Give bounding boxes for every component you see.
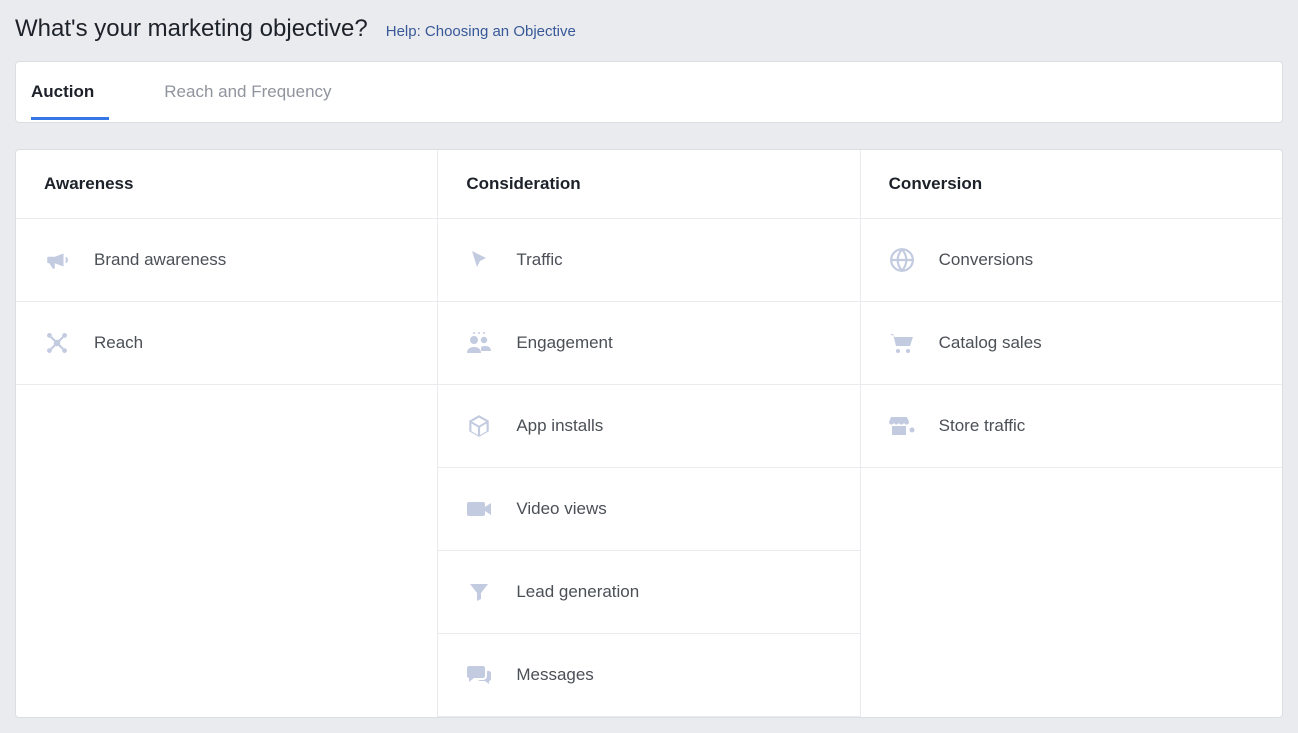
- objective-label: Lead generation: [516, 582, 639, 602]
- objective-video-views[interactable]: Video views: [438, 468, 859, 551]
- column-header-consideration: Consideration: [438, 150, 859, 219]
- objective-label: Video views: [516, 499, 606, 519]
- objective-traffic[interactable]: Traffic: [438, 219, 859, 302]
- column-awareness: Awareness Brand awareness Reach: [16, 150, 438, 717]
- tabs-container: Auction Reach and Frequency: [15, 61, 1283, 123]
- page-title: What's your marketing objective?: [15, 15, 368, 43]
- help-link[interactable]: Help: Choosing an Objective: [386, 23, 576, 40]
- objective-app-installs[interactable]: App installs: [438, 385, 859, 468]
- store-icon: [881, 411, 923, 441]
- people-icon: [458, 328, 500, 358]
- column-header-awareness: Awareness: [16, 150, 437, 219]
- objective-label: Catalog sales: [939, 333, 1042, 353]
- column-conversion: Conversion Conversions Catalog sales Sto…: [861, 150, 1282, 717]
- objective-catalog-sales[interactable]: Catalog sales: [861, 302, 1282, 385]
- column-consideration: Consideration Traffic Engagement App ins…: [438, 150, 860, 717]
- objective-conversions[interactable]: Conversions: [861, 219, 1282, 302]
- megaphone-icon: [36, 245, 78, 275]
- objective-engagement[interactable]: Engagement: [438, 302, 859, 385]
- objective-messages[interactable]: Messages: [438, 634, 859, 717]
- video-icon: [458, 494, 500, 524]
- objective-label: Messages: [516, 665, 593, 685]
- objective-label: Brand awareness: [94, 250, 226, 270]
- objectives-container: Awareness Brand awareness Reach Consider…: [15, 149, 1283, 718]
- objective-label: Engagement: [516, 333, 612, 353]
- funnel-icon: [458, 577, 500, 607]
- globe-icon: [881, 245, 923, 275]
- cart-icon: [881, 328, 923, 358]
- chat-icon: [458, 660, 500, 690]
- objective-label: Store traffic: [939, 416, 1026, 436]
- objective-label: App installs: [516, 416, 603, 436]
- box-icon: [458, 411, 500, 441]
- objective-label: Traffic: [516, 250, 562, 270]
- objective-label: Conversions: [939, 250, 1034, 270]
- objective-reach[interactable]: Reach: [16, 302, 437, 385]
- objective-label: Reach: [94, 333, 143, 353]
- column-header-conversion: Conversion: [861, 150, 1282, 219]
- cursor-icon: [458, 245, 500, 275]
- tab-auction[interactable]: Auction: [31, 62, 109, 122]
- tab-reach-frequency[interactable]: Reach and Frequency: [164, 62, 346, 122]
- objective-brand-awareness[interactable]: Brand awareness: [16, 219, 437, 302]
- network-icon: [36, 328, 78, 358]
- objective-store-traffic[interactable]: Store traffic: [861, 385, 1282, 468]
- objective-lead-generation[interactable]: Lead generation: [438, 551, 859, 634]
